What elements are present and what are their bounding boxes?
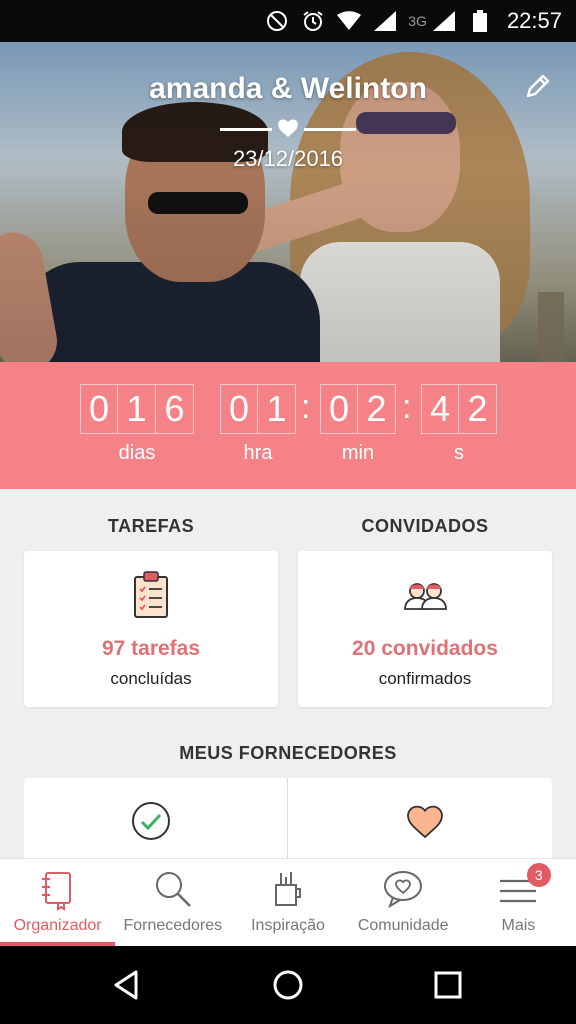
vendors-section-title: MEUS FORNECEDORES <box>179 743 397 763</box>
countdown-minutes: 0 2 <box>320 384 396 434</box>
recents-icon[interactable] <box>429 966 467 1004</box>
do-not-disturb-icon <box>264 8 290 34</box>
chat-heart-icon <box>384 871 423 909</box>
tasks-count: 97 tarefas <box>101 637 201 660</box>
countdown-digit: 0 <box>220 384 258 434</box>
countdown-days: 0 1 6 <box>80 384 194 434</box>
countdown-hours: 0 1 <box>220 384 296 434</box>
notification-badge: 3 <box>526 863 551 887</box>
notebook-icon <box>41 872 71 911</box>
countdown-digit: 1 <box>118 384 156 434</box>
countdown-digit: 1 <box>258 384 296 434</box>
guests-count: 20 convidados <box>352 637 498 660</box>
status-bar: 3G 22:57 <box>0 0 576 42</box>
nav-organizador[interactable]: Organizador <box>0 859 116 946</box>
wedding-date: 23/12/2016 <box>232 146 344 171</box>
cover-photo: amanda & Welinton 23/12/2016 <box>0 42 576 362</box>
nav-comunidade[interactable]: Comunidade <box>346 859 461 946</box>
nav-label: Comunidade <box>357 917 449 934</box>
tasks-section-title: TAREFAS <box>107 516 195 536</box>
countdown-label-seconds: s <box>454 442 464 464</box>
pencil-icon <box>526 74 550 98</box>
nav-inspiracao[interactable]: Inspiração <box>230 859 345 946</box>
tasks-card[interactable]: 97 tarefas concluídas <box>24 551 278 707</box>
countdown-separator: : <box>402 388 412 426</box>
nav-fornecedores[interactable]: Fornecedores <box>115 859 230 946</box>
heart-icon <box>278 119 298 137</box>
guests-subtitle: confirmados <box>378 669 472 688</box>
nav-label: Fornecedores <box>123 917 223 934</box>
tasks-subtitle: concluídas <box>110 669 192 688</box>
countdown-digit: 0 <box>80 384 118 434</box>
pencil-cup-icon <box>275 872 301 906</box>
vendors-card <box>24 778 552 868</box>
couple-names: amanda & Welinton <box>149 72 427 105</box>
vendors-hired-tile[interactable] <box>24 778 287 868</box>
heart-icon <box>407 805 443 839</box>
bottom-navigation: Organizador Fornecedores Inspiração Comu… <box>0 858 576 946</box>
countdown-label-days: dias <box>118 442 156 464</box>
signal-icon <box>431 8 457 34</box>
countdown-separator: : <box>301 388 311 426</box>
countdown-seconds: 4 2 <box>421 384 497 434</box>
title-divider <box>220 119 356 140</box>
home-icon[interactable] <box>269 966 307 1004</box>
network-type: 3G <box>408 13 427 29</box>
countdown-digit: 0 <box>320 384 358 434</box>
search-icon <box>155 872 191 907</box>
edit-button[interactable] <box>522 70 554 102</box>
countdown-digit: 2 <box>358 384 396 434</box>
guests-section-title: CONVIDADOS <box>361 516 489 536</box>
countdown-digit: 4 <box>421 384 459 434</box>
countdown-digit: 2 <box>459 384 497 434</box>
back-icon[interactable] <box>108 966 146 1004</box>
alarm-icon <box>300 8 326 34</box>
nav-label: Inspiração <box>251 917 325 934</box>
check-circle-icon <box>132 802 170 840</box>
clock: 22:57 <box>506 8 562 33</box>
guests-card[interactable]: 20 convidados confirmados <box>298 551 552 707</box>
nav-label: Organizador <box>13 917 102 934</box>
guests-icon <box>404 583 447 610</box>
countdown-digit: 6 <box>156 384 194 434</box>
clipboard-icon <box>134 571 168 618</box>
countdown-label-hours: hra <box>243 442 273 464</box>
nav-label: Mais <box>501 917 536 934</box>
battery-icon <box>467 8 493 34</box>
wifi-icon <box>336 8 362 34</box>
nav-mais[interactable]: 3 Mais <box>461 859 576 946</box>
countdown-label-minutes: min <box>341 442 375 464</box>
signal-icon <box>372 8 398 34</box>
vendors-favorites-tile[interactable] <box>288 778 552 868</box>
wedding-countdown: 0 1 6 0 1 : 0 2 : 4 2 dias hra min s <box>0 362 576 489</box>
system-navigation-bar <box>0 946 576 1024</box>
